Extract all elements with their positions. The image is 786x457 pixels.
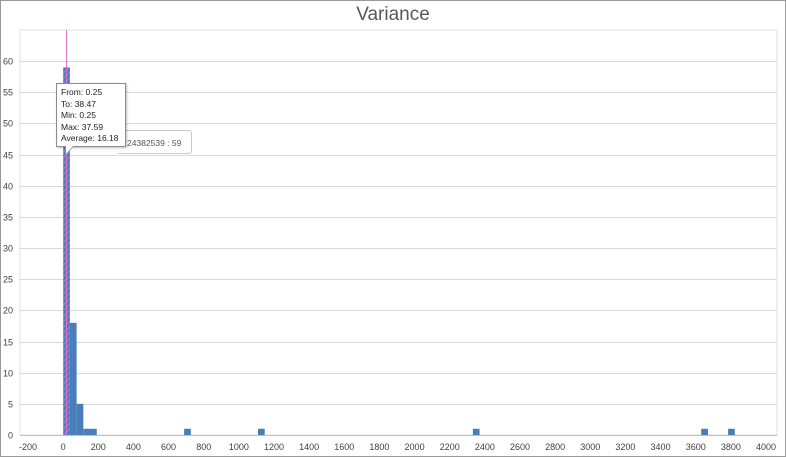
x-axis-ticks: -200 0 200 400 600 800 1000 1200 1400 1600 1800 200… — [19, 442, 776, 452]
y-tick-label: 10 — [3, 369, 13, 379]
y-tick-label: 35 — [3, 213, 13, 223]
x-tick-label: 3800 — [721, 442, 741, 452]
histogram-bar[interactable] — [69, 322, 77, 435]
x-tick-label: 2600 — [510, 442, 530, 452]
histogram-bars — [63, 67, 735, 435]
x-tick-label: 3600 — [686, 442, 706, 452]
tooltip-min: Min: 0.25 — [61, 110, 96, 120]
y-tick-label: 45 — [3, 151, 13, 161]
x-tick-label: 800 — [196, 442, 211, 452]
plot-area-border — [19, 29, 778, 436]
x-tick-label: -200 — [19, 442, 37, 452]
x-tick-label: 0 — [61, 442, 66, 452]
histogram-bar[interactable] — [701, 428, 708, 435]
x-tick-label: 2000 — [405, 442, 425, 452]
x-tick-label: 3000 — [580, 442, 600, 452]
histogram-bar[interactable] — [472, 428, 480, 435]
y-tick-label: 60 — [3, 57, 13, 67]
y-tick-label: 20 — [3, 306, 13, 316]
y-tick-label: 50 — [3, 119, 13, 129]
y-tick-label: 15 — [3, 338, 13, 348]
tooltip-to: To: 38.47 — [61, 98, 96, 109]
y-tick-label: 40 — [3, 182, 13, 192]
histogram-bar[interactable] — [76, 403, 84, 435]
y-tick-label: 25 — [3, 275, 13, 285]
histogram-bar[interactable] — [90, 428, 97, 435]
gridlines — [19, 29, 778, 436]
x-tick-label: 2200 — [440, 442, 460, 452]
y-tick-label: 0 — [8, 431, 13, 441]
x-tick-label: 1600 — [334, 442, 354, 452]
x-tick-label: 3400 — [651, 442, 671, 452]
x-tick-label: 3200 — [615, 442, 635, 452]
bin-tooltip: From: 0.25 To: 38.47 Min: 0.25 Max: 37.5… — [56, 83, 126, 147]
x-tick-label: 2400 — [475, 442, 495, 452]
histogram-chart[interactable]: -200 0 200 400 600 800 1000 1200 1400 1600 1800 200… — [0, 0, 786, 457]
histogram-bar[interactable] — [83, 428, 91, 435]
x-tick-label: 400 — [126, 442, 141, 452]
x-tick-label: 1200 — [264, 442, 284, 452]
bin-hover-label: 24382539 : 59 — [118, 130, 192, 154]
tooltip-from: From: 0.25 — [61, 87, 103, 97]
x-tick-label: 200 — [91, 442, 106, 452]
histogram-bar[interactable] — [184, 428, 191, 435]
y-tick-label: 55 — [3, 88, 13, 98]
x-tick-label: 600 — [161, 442, 176, 452]
x-tick-label: 4000 — [756, 442, 776, 452]
y-tick-label: 5 — [8, 400, 13, 410]
x-tick-label: 1800 — [369, 442, 389, 452]
x-tick-label: 1400 — [299, 442, 319, 452]
x-tick-label: 2800 — [545, 442, 565, 452]
tooltip-max: Max: 37.59 — [61, 121, 104, 132]
x-tick-label: 1000 — [229, 442, 249, 452]
histogram-bar[interactable] — [257, 428, 265, 435]
tooltip-average: Average: 16.18 — [61, 133, 119, 143]
y-tick-label: 30 — [3, 244, 13, 254]
histogram-bar[interactable] — [728, 428, 735, 435]
tooltip-pointer-inner — [66, 146, 73, 154]
y-axis-ticks: 0 5 10 15 20 25 30 35 40 45 50 55 60 — [3, 57, 13, 441]
